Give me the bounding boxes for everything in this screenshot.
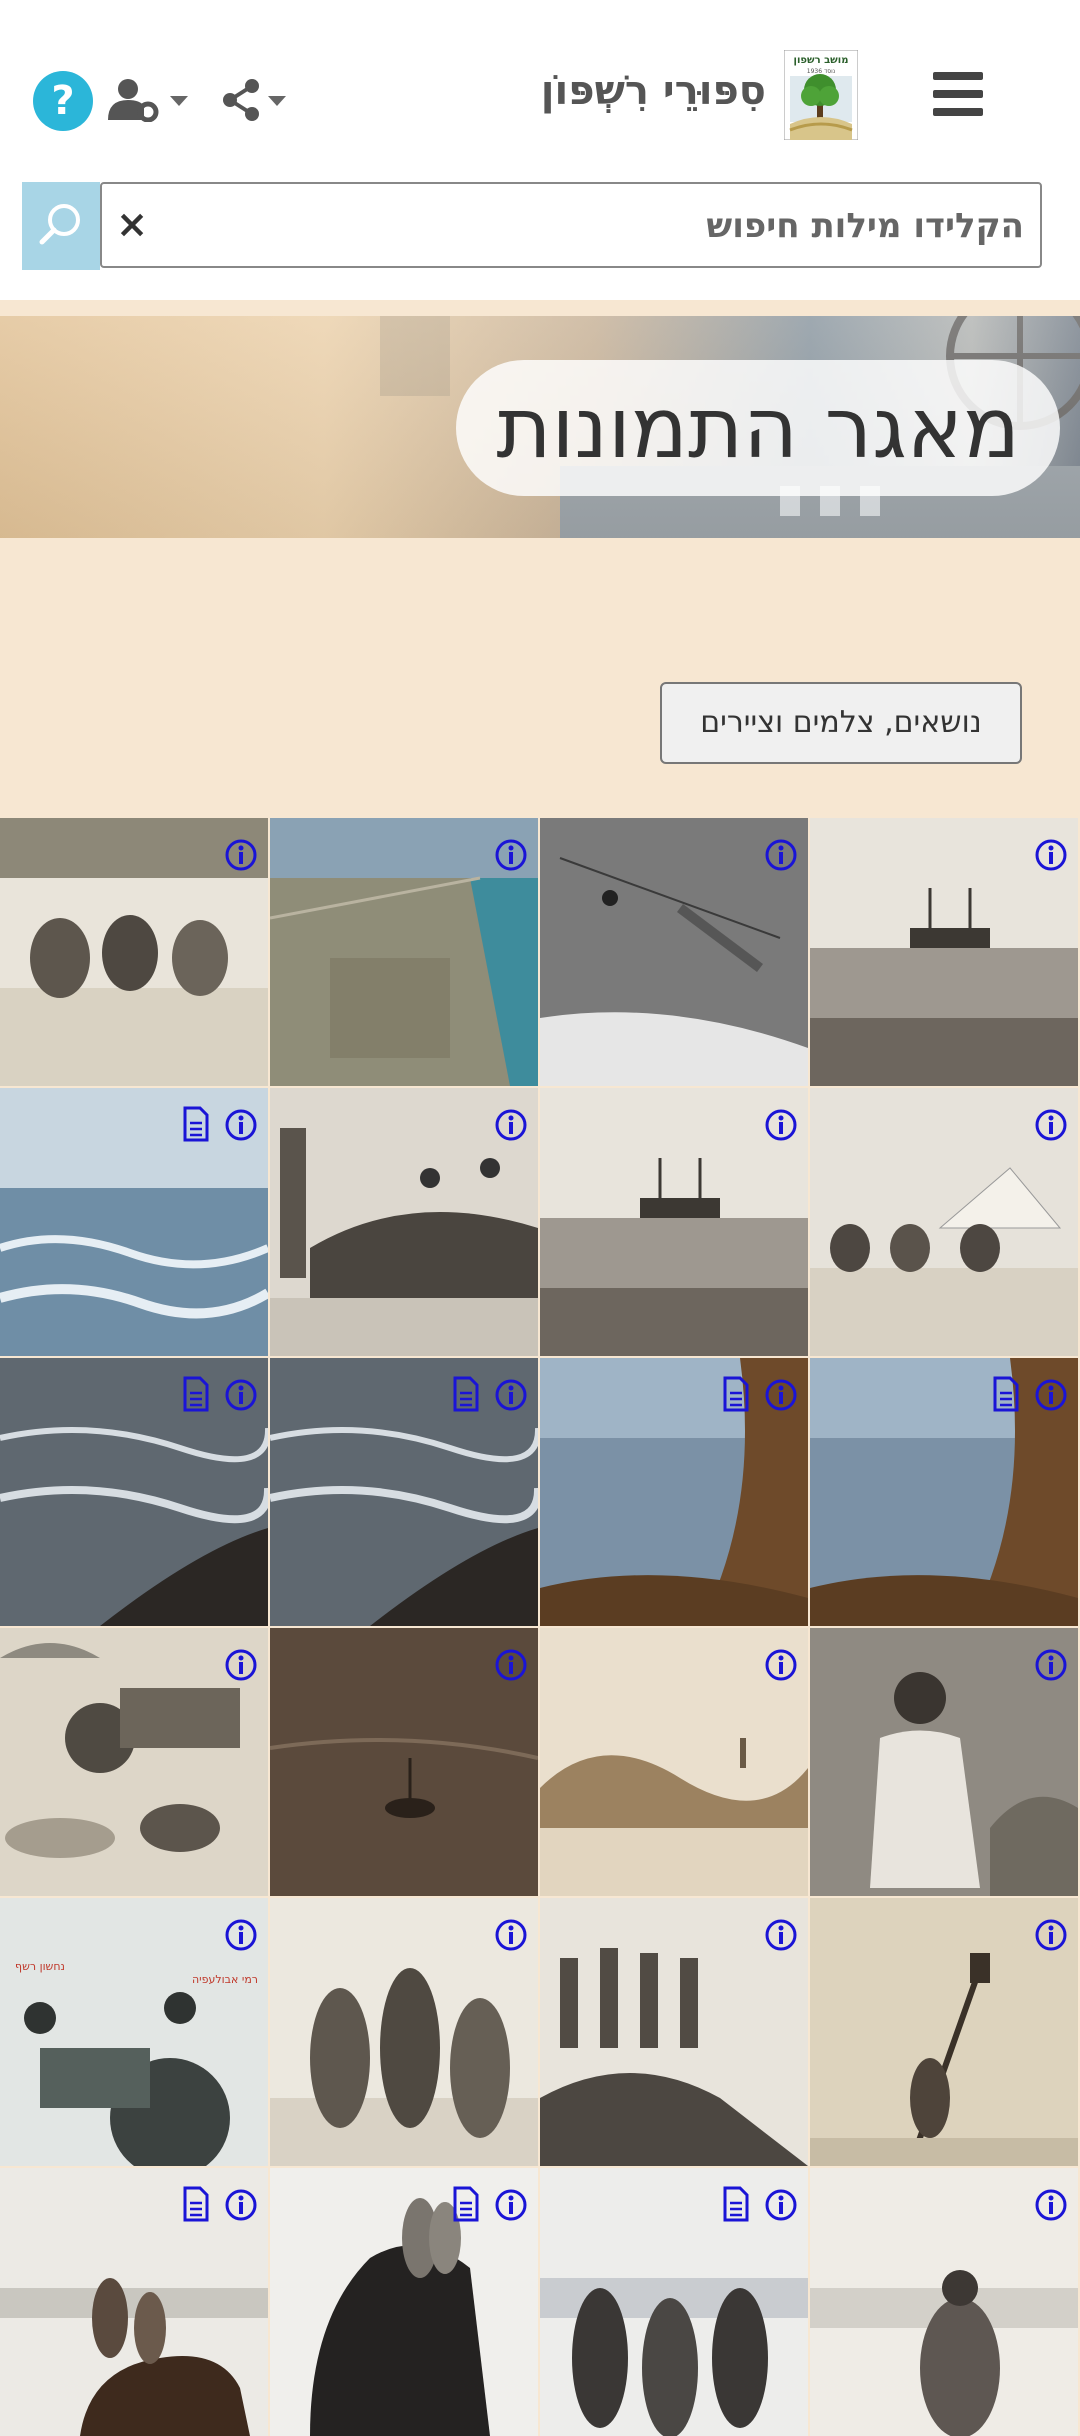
top-bar: מושב רשפון נוסד 1936 סִפּוּרֵי רִשְׁפּוֹ… (0, 0, 1080, 300)
info-icon[interactable] (494, 1918, 528, 1952)
info-icon[interactable] (494, 1648, 528, 1682)
document-icon[interactable] (452, 1376, 480, 1412)
info-icon[interactable] (1034, 1648, 1068, 1682)
photo-caption-left: נחשון רשף (15, 1960, 65, 1973)
photo-tile[interactable]: רמי אבולעפיה נחשון רשף (0, 1898, 268, 2166)
photo-tile[interactable] (810, 1898, 1078, 2166)
photo-tile[interactable] (810, 1628, 1078, 1896)
photo-tile[interactable] (270, 818, 538, 1086)
clear-search-button[interactable]: × (110, 198, 154, 250)
photo-caption-right: רמי אבולעפיה (192, 1973, 258, 1986)
page-title: מאגר התמונות (456, 360, 1060, 496)
user-settings-icon[interactable] (106, 78, 192, 122)
photo-tile[interactable] (540, 1898, 808, 2166)
photo-tile[interactable] (270, 1898, 538, 2166)
document-icon[interactable] (452, 2186, 480, 2222)
photo-tile[interactable] (810, 818, 1078, 1086)
site-logo[interactable]: מושב רשפון נוסד 1936 (784, 50, 858, 140)
info-icon[interactable] (494, 1108, 528, 1142)
photo-tile[interactable] (810, 1088, 1078, 1356)
document-icon[interactable] (722, 1376, 750, 1412)
info-icon[interactable] (224, 1378, 258, 1412)
photo-tile[interactable] (270, 1088, 538, 1356)
info-icon[interactable] (764, 1378, 798, 1412)
document-icon[interactable] (722, 2186, 750, 2222)
search-button[interactable] (22, 182, 100, 270)
photo-tile[interactable] (0, 1088, 268, 1356)
document-icon[interactable] (182, 1376, 210, 1412)
document-icon[interactable] (182, 2186, 210, 2222)
photo-tile[interactable] (540, 1628, 808, 1896)
photo-tile[interactable] (810, 2168, 1078, 2436)
help-icon[interactable]: ? (33, 71, 93, 131)
search-input[interactable] (162, 184, 1026, 268)
photo-tile[interactable] (540, 1088, 808, 1356)
logo-subtext: נוסד 1936 (807, 68, 835, 75)
topics-photographers-filter-button[interactable]: נושאים, צלמים וציירים (660, 682, 1022, 764)
document-icon[interactable] (992, 1376, 1020, 1412)
photo-tile[interactable] (0, 2168, 268, 2436)
photo-tile[interactable] (540, 818, 808, 1086)
info-icon[interactable] (224, 838, 258, 872)
info-icon[interactable] (494, 2188, 528, 2222)
search-box: × (100, 182, 1042, 268)
search-icon (39, 204, 80, 245)
info-icon[interactable] (1034, 838, 1068, 872)
photo-tile[interactable] (0, 1358, 268, 1626)
info-icon[interactable] (224, 2188, 258, 2222)
info-icon[interactable] (764, 2188, 798, 2222)
info-icon[interactable] (764, 1108, 798, 1142)
menu-icon[interactable] (933, 72, 983, 116)
info-icon[interactable] (764, 838, 798, 872)
info-icon[interactable] (764, 1648, 798, 1682)
logo-text: מושב רשפון (794, 55, 849, 66)
info-icon[interactable] (764, 1918, 798, 1952)
photo-tile[interactable] (270, 2168, 538, 2436)
info-icon[interactable] (1034, 1918, 1068, 1952)
site-title[interactable]: סִפּוּרֵי רִשְׁפּוֹן (536, 68, 766, 114)
photo-tile[interactable] (810, 1358, 1078, 1626)
photo-tile[interactable] (0, 818, 268, 1086)
photo-tile[interactable] (270, 1358, 538, 1626)
photo-tile[interactable] (270, 1628, 538, 1896)
info-icon[interactable] (224, 1918, 258, 1952)
photo-tile[interactable] (540, 1358, 808, 1626)
share-icon[interactable] (218, 78, 290, 122)
page-banner: מאגר התמונות (0, 316, 1080, 538)
document-icon[interactable] (182, 1106, 210, 1142)
info-icon[interactable] (494, 838, 528, 872)
info-icon[interactable] (1034, 1378, 1068, 1412)
info-icon[interactable] (1034, 2188, 1068, 2222)
info-icon[interactable] (224, 1108, 258, 1142)
photo-tile[interactable] (540, 2168, 808, 2436)
info-icon[interactable] (494, 1378, 528, 1412)
info-icon[interactable] (1034, 1108, 1068, 1142)
photo-tile[interactable] (0, 1628, 268, 1896)
info-icon[interactable] (224, 1648, 258, 1682)
